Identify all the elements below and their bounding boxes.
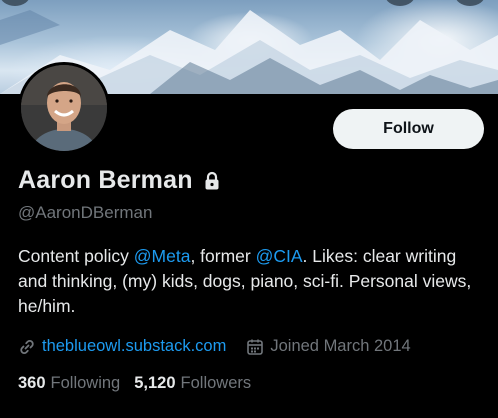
bio-text: , former xyxy=(190,246,256,266)
profile-name-row: Aaron Berman xyxy=(18,166,221,195)
follow-stats: 360 Following 5,120 Followers xyxy=(18,374,251,393)
avatar[interactable] xyxy=(18,62,110,154)
display-name: Aaron Berman xyxy=(18,166,193,194)
calendar-icon xyxy=(246,338,264,356)
bio-text: Content policy xyxy=(18,246,134,266)
link-icon xyxy=(18,338,36,356)
following-stat[interactable]: 360 Following xyxy=(18,374,120,393)
followers-count: 5,120 xyxy=(134,374,176,392)
following-label: Following xyxy=(50,374,121,392)
mention-link-meta[interactable]: @Meta xyxy=(134,246,191,266)
mention-link-cia[interactable]: @CIA xyxy=(256,246,303,266)
follow-button[interactable]: Follow xyxy=(333,109,484,149)
following-count: 360 xyxy=(18,374,46,392)
website-link[interactable]: theblueowl.substack.com xyxy=(42,337,226,356)
username-handle: @AaronDBerman xyxy=(18,203,153,222)
followers-stat[interactable]: 5,120 Followers xyxy=(134,374,251,393)
profile-meta-row: theblueowl.substack.com Joined March 201… xyxy=(18,337,411,356)
avatar-photo xyxy=(21,65,107,151)
lock-icon xyxy=(203,171,221,191)
profile-bio: Content policy @Meta, former @CIA. Likes… xyxy=(18,244,483,319)
joined-date: Joined March 2014 xyxy=(270,337,411,355)
followers-label: Followers xyxy=(180,374,252,392)
